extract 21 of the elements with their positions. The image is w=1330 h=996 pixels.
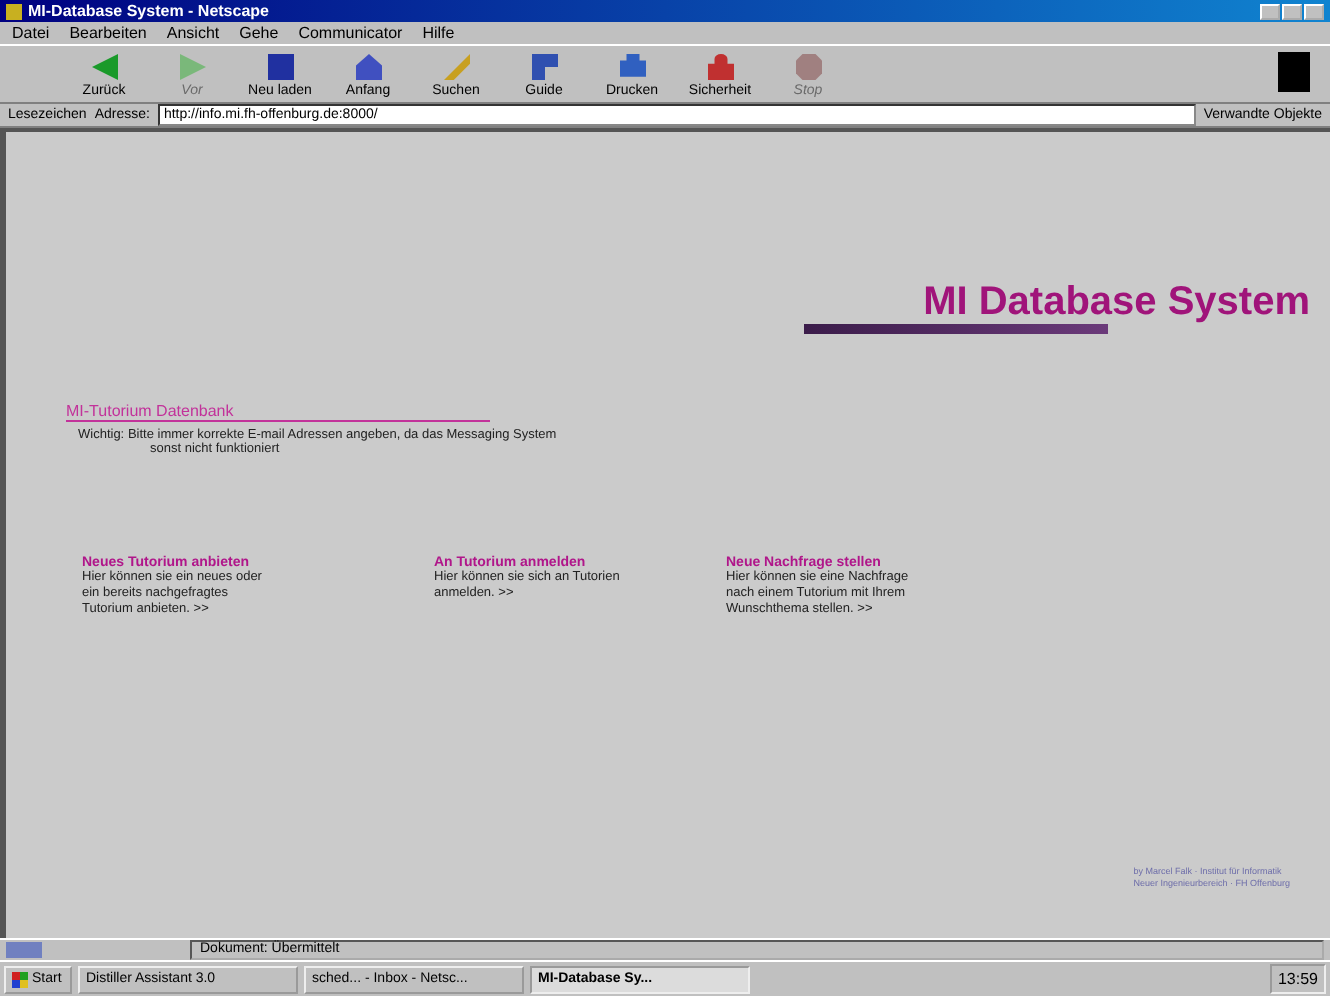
site-logo: MI Database System — [803, 280, 1310, 334]
stop-icon — [795, 54, 821, 80]
menu-item[interactable]: Hilfe — [422, 24, 455, 42]
close-button[interactable] — [1304, 3, 1324, 19]
menu-item[interactable]: Communicator — [298, 24, 403, 42]
browser-logo — [1278, 52, 1310, 92]
house-icon — [355, 54, 381, 80]
back-arrow-icon — [91, 54, 117, 80]
menu-item[interactable]: Gehe — [239, 24, 279, 42]
padlock-icon — [707, 54, 733, 80]
clock: 13:59 — [1277, 970, 1318, 988]
forward-arrow-icon — [179, 54, 205, 80]
maximize-button[interactable] — [1282, 3, 1302, 19]
menu-item[interactable]: Bearbeiten — [69, 24, 147, 42]
menu-item[interactable]: Ansicht — [166, 24, 220, 42]
windows-logo-icon — [12, 971, 28, 987]
app-icon — [6, 3, 22, 19]
menu-item[interactable]: Datei — [12, 24, 50, 42]
minimize-button[interactable] — [1260, 3, 1280, 19]
window-title: MI-Database System - Netscape — [28, 2, 269, 20]
page-heading: MI-Tutorium Datenbank — [66, 402, 490, 422]
